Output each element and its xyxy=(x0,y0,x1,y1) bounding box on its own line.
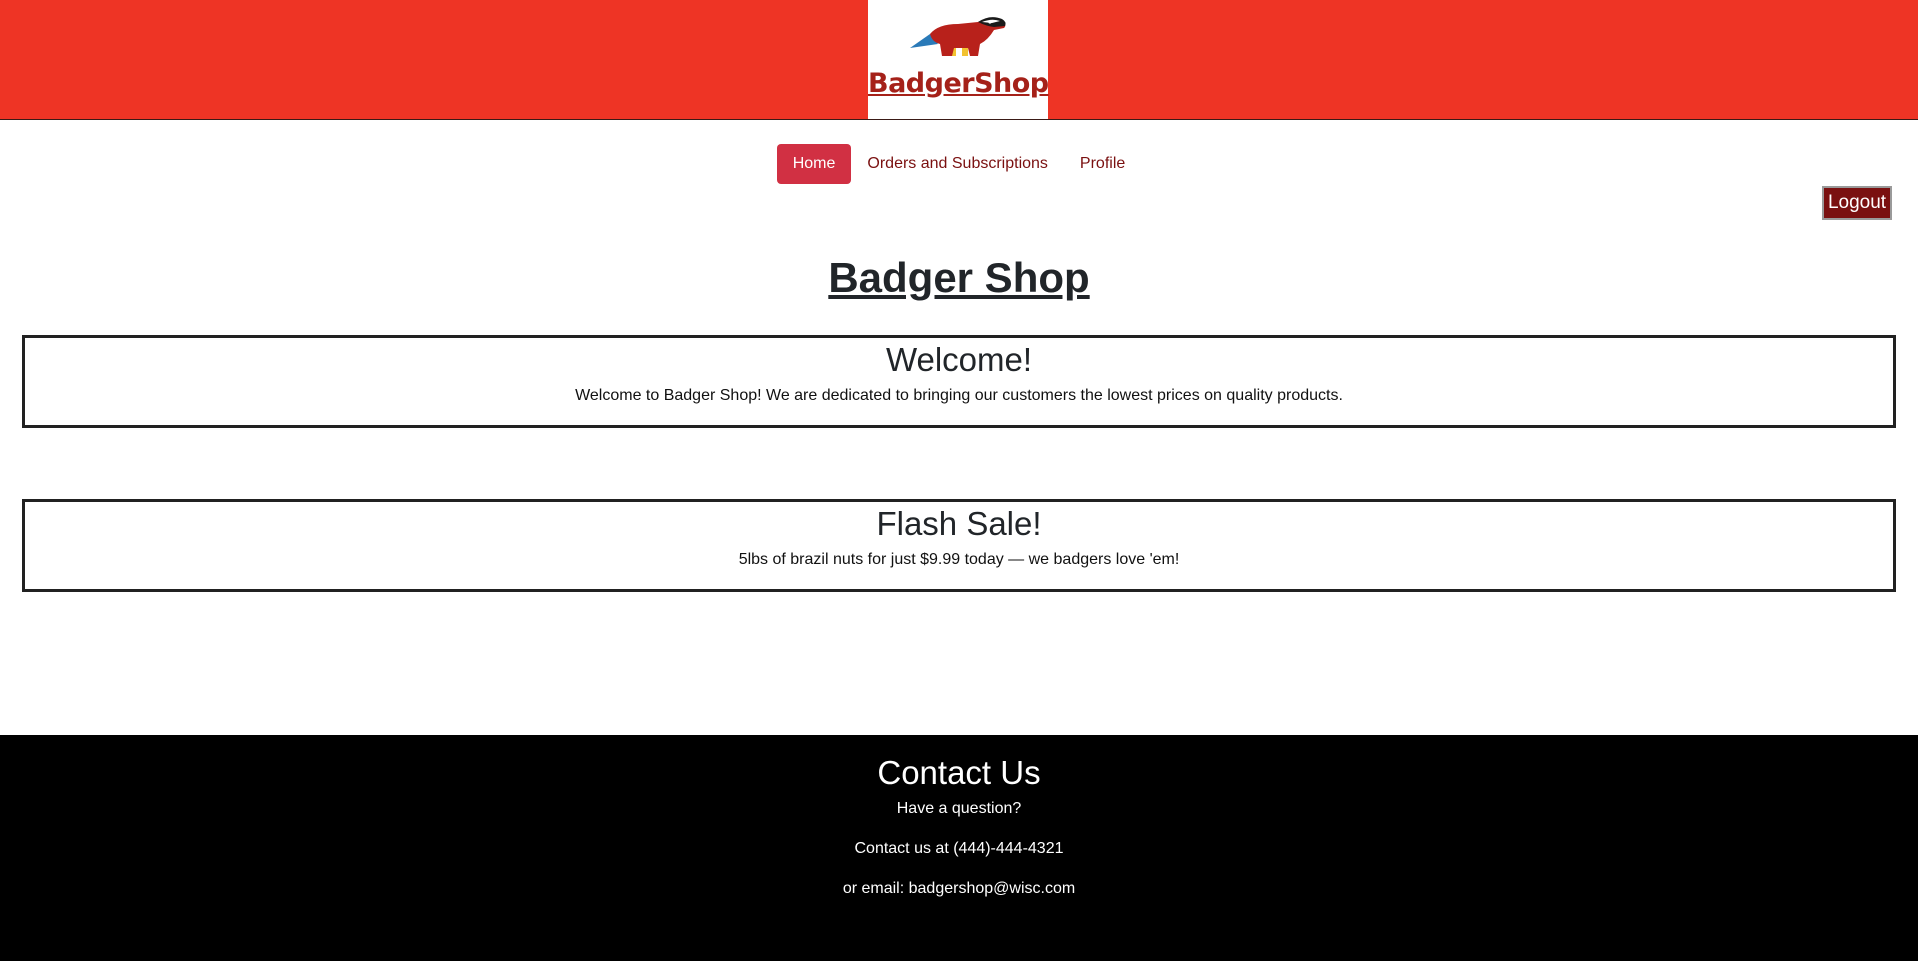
welcome-text: Welcome to Badger Shop! We are dedicated… xyxy=(575,387,1343,404)
contact-phone: Contact us at (444)-444-4321 xyxy=(854,840,1064,857)
logout-button[interactable]: Logout xyxy=(1822,186,1892,220)
flash-sale-heading: Flash Sale! xyxy=(876,505,1042,542)
welcome-card: Welcome! Welcome to Badger Shop! We are … xyxy=(22,335,1896,428)
nav-home[interactable]: Home xyxy=(776,144,852,184)
contact-email: or email: badgershop@wisc.com xyxy=(842,880,1076,897)
contact-heading: Contact Us xyxy=(877,754,1041,791)
badger-icon xyxy=(910,17,1006,56)
logo[interactable]: BadgerShop xyxy=(868,0,1049,119)
flash-sale-text: 5lbs of brazil nuts for just $9.99 today… xyxy=(738,551,1180,568)
footer: Contact Us Have a question? Contact us a… xyxy=(0,735,1918,961)
main-nav: Home Orders and Subscriptions Profile xyxy=(0,144,1918,184)
header-bar: BadgerShop xyxy=(0,0,1918,120)
contact-question: Have a question? xyxy=(896,800,1022,817)
flash-sale-card: Flash Sale! 5lbs of brazil nuts for just… xyxy=(22,499,1896,592)
nav-orders-and-subscriptions[interactable]: Orders and Subscriptions xyxy=(851,144,1064,184)
logo-text[interactable]: BadgerShop xyxy=(868,68,1049,99)
nav-profile[interactable]: Profile xyxy=(1064,144,1141,184)
welcome-heading: Welcome! xyxy=(885,341,1033,378)
page-title: Badger Shop xyxy=(828,254,1090,301)
